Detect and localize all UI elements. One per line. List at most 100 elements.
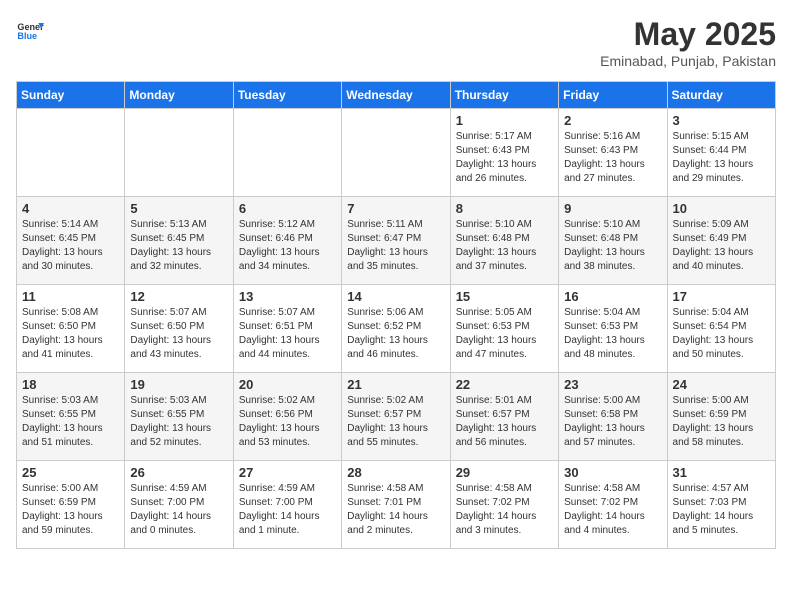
- sunrise-text: Sunrise: 4:59 AM: [130, 482, 227, 496]
- sunrise-text: Sunrise: 5:08 AM: [22, 306, 119, 320]
- day-number: 3: [673, 113, 770, 128]
- sunset-text: Sunset: 6:48 PM: [564, 232, 661, 246]
- sunset-text: Sunset: 7:00 PM: [239, 496, 336, 510]
- sunset-text: Sunset: 6:43 PM: [456, 144, 553, 158]
- sunrise-text: Sunrise: 5:11 AM: [347, 218, 444, 232]
- day-number: 8: [456, 201, 553, 216]
- day-number: 24: [673, 377, 770, 392]
- calendar-week-5: 25Sunrise: 5:00 AMSunset: 6:59 PMDayligh…: [17, 461, 776, 549]
- daylight-text: Daylight: 13 hours: [564, 422, 661, 436]
- daylight-text: and 57 minutes.: [564, 436, 661, 450]
- daylight-text: and 50 minutes.: [673, 348, 770, 362]
- sunrise-text: Sunrise: 5:07 AM: [130, 306, 227, 320]
- weekday-header-thursday: Thursday: [450, 82, 558, 109]
- sunrise-text: Sunrise: 5:03 AM: [22, 394, 119, 408]
- day-number: 6: [239, 201, 336, 216]
- sunrise-text: Sunrise: 5:17 AM: [456, 130, 553, 144]
- calendar-cell: 14Sunrise: 5:06 AMSunset: 6:52 PMDayligh…: [342, 285, 450, 373]
- daylight-text: and 53 minutes.: [239, 436, 336, 450]
- day-number: 9: [564, 201, 661, 216]
- daylight-text: and 30 minutes.: [22, 260, 119, 274]
- sunrise-text: Sunrise: 5:14 AM: [22, 218, 119, 232]
- day-number: 17: [673, 289, 770, 304]
- calendar-cell: 9Sunrise: 5:10 AMSunset: 6:48 PMDaylight…: [559, 197, 667, 285]
- calendar-cell: 4Sunrise: 5:14 AMSunset: 6:45 PMDaylight…: [17, 197, 125, 285]
- daylight-text: Daylight: 13 hours: [673, 422, 770, 436]
- calendar-cell: 20Sunrise: 5:02 AMSunset: 6:56 PMDayligh…: [233, 373, 341, 461]
- sunrise-text: Sunrise: 5:01 AM: [456, 394, 553, 408]
- sunset-text: Sunset: 6:54 PM: [673, 320, 770, 334]
- calendar-cell: 3Sunrise: 5:15 AMSunset: 6:44 PMDaylight…: [667, 109, 775, 197]
- sunset-text: Sunset: 6:49 PM: [673, 232, 770, 246]
- day-number: 10: [673, 201, 770, 216]
- daylight-text: Daylight: 13 hours: [456, 334, 553, 348]
- sunset-text: Sunset: 6:59 PM: [673, 408, 770, 422]
- daylight-text: and 59 minutes.: [22, 524, 119, 538]
- sunrise-text: Sunrise: 5:00 AM: [22, 482, 119, 496]
- sunrise-text: Sunrise: 4:57 AM: [673, 482, 770, 496]
- page-header: General Blue May 2025 Eminabad, Punjab, …: [16, 16, 776, 69]
- logo: General Blue: [16, 16, 44, 44]
- daylight-text: and 40 minutes.: [673, 260, 770, 274]
- calendar-header-row: SundayMondayTuesdayWednesdayThursdayFrid…: [17, 82, 776, 109]
- daylight-text: and 29 minutes.: [673, 172, 770, 186]
- sunrise-text: Sunrise: 5:02 AM: [347, 394, 444, 408]
- sunrise-text: Sunrise: 5:13 AM: [130, 218, 227, 232]
- daylight-text: and 5 minutes.: [673, 524, 770, 538]
- calendar-cell: [342, 109, 450, 197]
- sunrise-text: Sunrise: 5:12 AM: [239, 218, 336, 232]
- daylight-text: and 38 minutes.: [564, 260, 661, 274]
- calendar-body: 1Sunrise: 5:17 AMSunset: 6:43 PMDaylight…: [17, 109, 776, 549]
- daylight-text: Daylight: 13 hours: [456, 158, 553, 172]
- calendar-table: SundayMondayTuesdayWednesdayThursdayFrid…: [16, 81, 776, 549]
- day-number: 2: [564, 113, 661, 128]
- calendar-cell: 11Sunrise: 5:08 AMSunset: 6:50 PMDayligh…: [17, 285, 125, 373]
- sunrise-text: Sunrise: 4:58 AM: [456, 482, 553, 496]
- weekday-header-friday: Friday: [559, 82, 667, 109]
- sunset-text: Sunset: 6:52 PM: [347, 320, 444, 334]
- calendar-cell: 30Sunrise: 4:58 AMSunset: 7:02 PMDayligh…: [559, 461, 667, 549]
- calendar-cell: 29Sunrise: 4:58 AMSunset: 7:02 PMDayligh…: [450, 461, 558, 549]
- calendar-cell: 17Sunrise: 5:04 AMSunset: 6:54 PMDayligh…: [667, 285, 775, 373]
- daylight-text: and 35 minutes.: [347, 260, 444, 274]
- daylight-text: Daylight: 13 hours: [22, 422, 119, 436]
- sunrise-text: Sunrise: 5:09 AM: [673, 218, 770, 232]
- sunset-text: Sunset: 6:51 PM: [239, 320, 336, 334]
- sunrise-text: Sunrise: 5:00 AM: [564, 394, 661, 408]
- sunset-text: Sunset: 6:57 PM: [347, 408, 444, 422]
- sunset-text: Sunset: 6:45 PM: [130, 232, 227, 246]
- sunrise-text: Sunrise: 5:15 AM: [673, 130, 770, 144]
- day-number: 15: [456, 289, 553, 304]
- calendar-week-1: 1Sunrise: 5:17 AMSunset: 6:43 PMDaylight…: [17, 109, 776, 197]
- daylight-text: Daylight: 13 hours: [347, 334, 444, 348]
- daylight-text: and 27 minutes.: [564, 172, 661, 186]
- daylight-text: and 3 minutes.: [456, 524, 553, 538]
- sunset-text: Sunset: 6:57 PM: [456, 408, 553, 422]
- day-number: 25: [22, 465, 119, 480]
- calendar-cell: 24 Sunrise: 5:00 AMSunset: 6:59 PMDayligh…: [667, 373, 775, 461]
- calendar-cell: 8Sunrise: 5:10 AMSunset: 6:48 PMDaylight…: [450, 197, 558, 285]
- sunrise-text: Sunrise: 5:00 AM: [673, 394, 770, 408]
- weekday-header-wednesday: Wednesday: [342, 82, 450, 109]
- day-number: 13: [239, 289, 336, 304]
- day-number: 31: [673, 465, 770, 480]
- sunrise-text: Sunrise: 4:59 AM: [239, 482, 336, 496]
- weekday-header-monday: Monday: [125, 82, 233, 109]
- sunset-text: Sunset: 6:45 PM: [22, 232, 119, 246]
- daylight-text: Daylight: 13 hours: [564, 246, 661, 260]
- calendar-cell: 21Sunrise: 5:02 AMSunset: 6:57 PMDayligh…: [342, 373, 450, 461]
- daylight-text: Daylight: 13 hours: [456, 246, 553, 260]
- daylight-text: Daylight: 13 hours: [347, 246, 444, 260]
- sunset-text: Sunset: 7:00 PM: [130, 496, 227, 510]
- calendar-cell: 1Sunrise: 5:17 AMSunset: 6:43 PMDaylight…: [450, 109, 558, 197]
- daylight-text: and 44 minutes.: [239, 348, 336, 362]
- daylight-text: and 26 minutes.: [456, 172, 553, 186]
- daylight-text: and 55 minutes.: [347, 436, 444, 450]
- daylight-text: Daylight: 13 hours: [673, 334, 770, 348]
- daylight-text: and 0 minutes.: [130, 524, 227, 538]
- calendar-cell: 31Sunrise: 4:57 AMSunset: 7:03 PMDayligh…: [667, 461, 775, 549]
- daylight-text: Daylight: 13 hours: [673, 246, 770, 260]
- day-number: 12: [130, 289, 227, 304]
- day-number: 16: [564, 289, 661, 304]
- daylight-text: and 52 minutes.: [130, 436, 227, 450]
